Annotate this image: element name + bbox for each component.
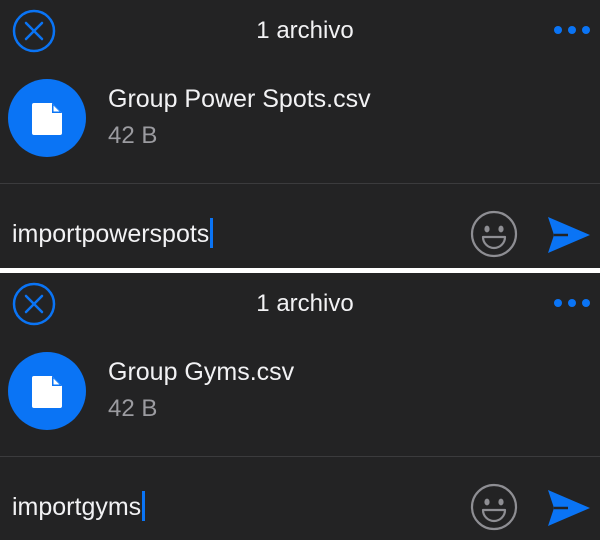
file-size: 42 B <box>108 122 158 149</box>
dialog-title: 1 archivo <box>256 17 354 44</box>
close-icon[interactable] <box>12 9 56 53</box>
dialog-title: 1 archivo <box>256 290 354 317</box>
file-name: Group Power Spots.csv <box>108 85 371 113</box>
share-panel: 1 archivo Group Power Spots.csv 42 B imp… <box>0 0 600 268</box>
file-avatar <box>8 352 86 430</box>
message-text: importpowerspots <box>12 220 210 248</box>
close-icon[interactable] <box>12 282 56 326</box>
more-options-icon[interactable] <box>548 15 596 45</box>
divider <box>0 183 600 184</box>
file-name: Group Gyms.csv <box>108 358 295 386</box>
send-icon[interactable] <box>544 211 592 259</box>
message-input[interactable]: importgyms <box>12 491 452 523</box>
file-avatar <box>8 79 86 157</box>
file-size: 42 B <box>108 395 158 422</box>
share-panel: 1 archivo Group Gyms.csv 42 B importgyms <box>0 273 600 540</box>
divider <box>0 456 600 457</box>
more-options-icon[interactable] <box>548 288 596 318</box>
document-icon <box>32 376 62 408</box>
text-caret <box>142 491 146 522</box>
message-input[interactable]: importpowerspots <box>12 218 452 250</box>
send-icon[interactable] <box>544 484 592 532</box>
document-icon <box>32 103 62 135</box>
smiley-icon[interactable] <box>469 482 519 532</box>
smiley-icon[interactable] <box>469 209 519 259</box>
message-text: importgyms <box>12 493 142 521</box>
text-caret <box>210 218 214 249</box>
